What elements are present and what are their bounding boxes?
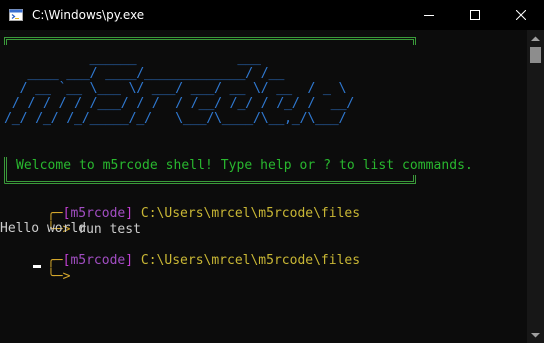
command-text: run test xyxy=(78,222,141,237)
text-cursor xyxy=(33,265,41,268)
terminal-output[interactable]: ______ ___ ____ ___/ ____/_____________/… xyxy=(0,30,527,343)
title-bar[interactable]: C:\Windows\py.exe xyxy=(0,0,544,30)
ascii-line: ____ ___/ ____/_____________/ /__ xyxy=(4,65,292,81)
maximize-icon xyxy=(470,10,480,20)
python-console-icon xyxy=(9,9,23,21)
minimize-button[interactable] xyxy=(406,0,452,30)
welcome-message: Welcome to m5rcode shell! Type help or ?… xyxy=(16,158,473,173)
close-icon xyxy=(516,10,526,20)
prompt-arrow: ╰─> xyxy=(46,269,79,284)
prompt-path: C:\Users\mrcel\m5rcode\files xyxy=(133,206,361,221)
ascii-line: / / / / / /___/ / / / /__/ /_/ / /_/ / _… xyxy=(4,95,355,111)
console-window: C:\Windows\py.exe ______ ___ ____ ___/ _… xyxy=(0,0,544,343)
scroll-down-button[interactable] xyxy=(527,326,544,343)
ascii-line: ______ ___ xyxy=(4,50,269,66)
scroll-down-arrow-icon xyxy=(531,332,540,337)
ascii-line: / __ `__ \___ \/ ___/ ___/ __ \/ __ / _ … xyxy=(4,80,347,96)
vertical-scrollbar[interactable] xyxy=(527,30,544,343)
prompt-app-name: m5rcode xyxy=(70,253,126,268)
scrollbar-thumb[interactable] xyxy=(530,47,541,63)
prompt-path: C:\Users\mrcel\m5rcode\files xyxy=(133,253,361,268)
ascii-line: /_/ /_/ /_/_____/_/ \___/\____/\__,_/\__… xyxy=(4,110,354,126)
ascii-logo: ______ ___ ____ ___/ ____/_____________/… xyxy=(4,51,354,126)
maximize-button[interactable] xyxy=(452,0,498,30)
prompt-bracket-close: ] xyxy=(125,253,134,268)
window-title: C:\Windows\py.exe xyxy=(32,8,145,22)
scroll-up-button[interactable] xyxy=(527,30,544,47)
command-line-2[interactable]: ╰─> xyxy=(0,253,78,301)
close-button[interactable] xyxy=(498,0,544,30)
scroll-up-arrow-icon xyxy=(531,36,540,41)
command-output: Hello world xyxy=(0,221,87,236)
minimize-icon xyxy=(424,15,434,16)
